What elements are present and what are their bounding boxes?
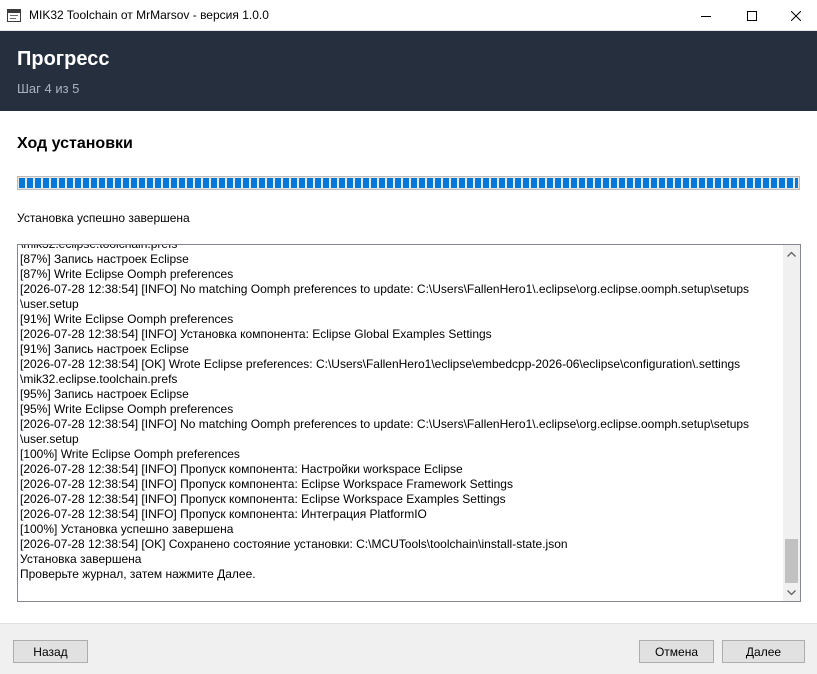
- wizard-header: Прогресс Шаг 4 из 5: [0, 31, 817, 111]
- log-line: [91%] Запись настроек Eclipse: [20, 342, 189, 356]
- log-line: [91%] Write Eclipse Oomph preferences: [20, 312, 234, 326]
- install-log[interactable]: \mik32.eclipse.toolchain.prefs [87%] Запи…: [17, 244, 801, 602]
- log-line: [100%] Установка успешно завершена: [20, 522, 234, 536]
- chevron-up-icon: [787, 251, 796, 257]
- close-button[interactable]: [773, 0, 817, 31]
- log-line: \mik32.eclipse.toolchain.prefs: [20, 244, 178, 251]
- chevron-down-icon: [787, 589, 796, 595]
- log-line: [2026-07-28 12:38:54] [OK] Wrote Eclipse…: [20, 357, 741, 371]
- log-line: [100%] Write Eclipse Oomph preferences: [20, 447, 240, 461]
- page-title: Прогресс: [17, 48, 110, 70]
- minimize-button[interactable]: [683, 0, 729, 31]
- log-scrollbar[interactable]: [783, 245, 800, 601]
- log-line: \user.setup: [20, 297, 79, 311]
- log-line: [2026-07-28 12:38:54] [INFO] Пропуск ком…: [20, 492, 506, 506]
- log-line: [2026-07-28 12:38:54] [INFO] Пропуск ком…: [20, 477, 513, 491]
- maximize-icon: [747, 10, 757, 21]
- log-line: Проверьте журнал, затем нажмите Далее.: [20, 567, 256, 581]
- step-indicator: Шаг 4 из 5: [17, 81, 80, 96]
- maximize-button[interactable]: [729, 0, 775, 31]
- log-line: [2026-07-28 12:38:54] [INFO] Пропуск ком…: [20, 462, 463, 476]
- log-content: \mik32.eclipse.toolchain.prefs [87%] Запи…: [20, 244, 782, 582]
- window-title: MIK32 Toolchain от MrMarsov - версия 1.0…: [29, 8, 269, 22]
- log-line: [87%] Запись настроек Eclipse: [20, 252, 189, 266]
- log-line: [95%] Запись настроек Eclipse: [20, 387, 189, 401]
- log-line: Установка завершена: [20, 552, 142, 566]
- scroll-down-button[interactable]: [783, 584, 800, 601]
- title-bar: MIK32 Toolchain от MrMarsov - версия 1.0…: [0, 0, 817, 31]
- log-line: [2026-07-28 12:38:54] [INFO] Установка к…: [20, 327, 492, 341]
- log-line: [87%] Write Eclipse Oomph preferences: [20, 267, 234, 281]
- log-line: [2026-07-28 12:38:54] [INFO] Пропуск ком…: [20, 507, 427, 521]
- log-line: [95%] Write Eclipse Oomph preferences: [20, 402, 234, 416]
- back-button[interactable]: Назад: [13, 640, 88, 663]
- log-line: [2026-07-28 12:38:54] [INFO] No matching…: [20, 417, 750, 431]
- section-title: Ход установки: [17, 135, 133, 152]
- scroll-thumb[interactable]: [785, 539, 798, 583]
- close-icon: [791, 10, 801, 21]
- cancel-button[interactable]: Отмена: [639, 640, 714, 663]
- progress-bar: [17, 176, 800, 190]
- log-line: [2026-07-28 12:38:54] [OK] Сохранено сос…: [20, 537, 568, 551]
- log-line: \user.setup: [20, 432, 79, 446]
- progress-fill: [19, 178, 798, 188]
- minimize-icon: [701, 15, 711, 17]
- scroll-up-button[interactable]: [783, 245, 800, 262]
- log-line: [2026-07-28 12:38:54] [INFO] No matching…: [20, 282, 750, 296]
- log-line: \mik32.eclipse.toolchain.prefs: [20, 372, 178, 386]
- next-button[interactable]: Далее: [722, 640, 805, 663]
- app-icon: [7, 9, 21, 22]
- status-text: Установка успешно завершена: [17, 211, 190, 225]
- wizard-footer: Назад Отмена Далее: [0, 623, 817, 674]
